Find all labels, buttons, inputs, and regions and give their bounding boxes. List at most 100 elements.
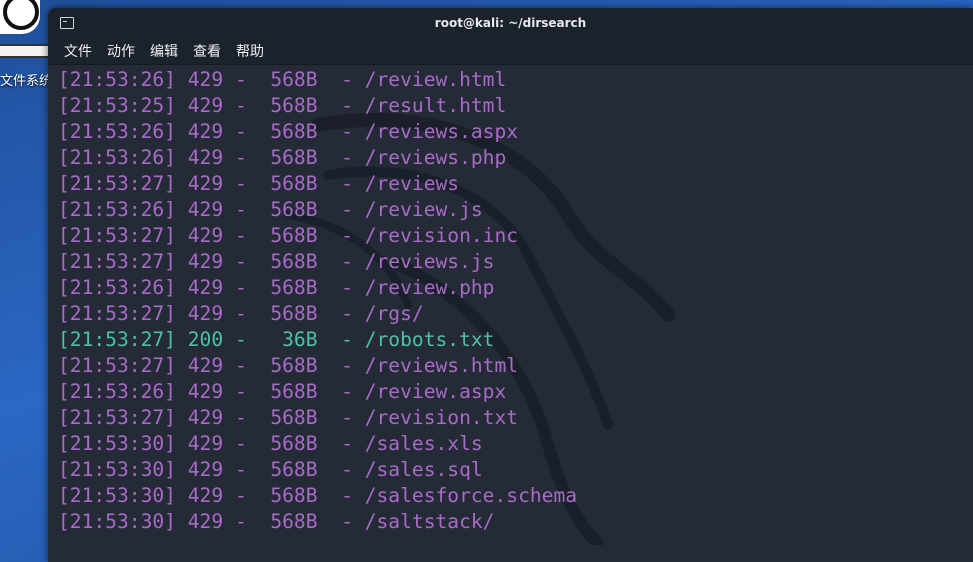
line-size: 568B bbox=[258, 458, 318, 481]
line-status: 429 bbox=[187, 432, 224, 455]
line-size: 568B bbox=[258, 68, 318, 91]
line-status: 429 bbox=[187, 354, 224, 377]
terminal-output[interactable]: [21:53:26] 429 - 568B - /review.html [21:… bbox=[48, 65, 973, 562]
line-timestamp: [21:53:26] bbox=[58, 68, 176, 91]
window-title: root@kali: ~/dirsearch bbox=[434, 16, 587, 30]
line-path: /saltstack/ bbox=[364, 510, 495, 533]
line-path: /result.html bbox=[364, 94, 507, 117]
line-path: /reviews.php bbox=[364, 146, 507, 169]
output-line: [21:53:26] 429 - 568B - /reviews.aspx bbox=[58, 120, 519, 143]
output-line: [21:53:30] 429 - 568B - /sales.xls bbox=[58, 432, 483, 455]
line-status: 429 bbox=[187, 198, 224, 221]
line-path: /reviews.js bbox=[364, 250, 495, 273]
line-status: 429 bbox=[187, 484, 224, 507]
line-timestamp: [21:53:27] bbox=[58, 328, 176, 351]
line-timestamp: [21:53:30] bbox=[58, 484, 176, 507]
line-status: 429 bbox=[187, 146, 224, 169]
line-status: 429 bbox=[187, 68, 224, 91]
line-path: /reviews bbox=[364, 172, 460, 195]
menu-help[interactable]: 帮助 bbox=[236, 41, 264, 61]
line-path: /reviews.html bbox=[364, 354, 519, 377]
line-timestamp: [21:53:30] bbox=[58, 458, 176, 481]
line-timestamp: [21:53:30] bbox=[58, 510, 176, 533]
line-size: 568B bbox=[258, 510, 318, 533]
line-timestamp: [21:53:27] bbox=[58, 302, 176, 325]
line-timestamp: [21:53:27] bbox=[58, 172, 176, 195]
line-timestamp: [21:53:26] bbox=[58, 276, 176, 299]
output-line: [21:53:27] 429 - 568B - /reviews.html bbox=[58, 354, 519, 377]
menu-edit[interactable]: 编辑 bbox=[150, 41, 178, 61]
line-path: /salesforce.schema bbox=[364, 484, 578, 507]
line-size: 568B bbox=[258, 380, 318, 403]
line-status: 429 bbox=[187, 120, 224, 143]
menu-view[interactable]: 查看 bbox=[193, 41, 221, 61]
line-size: 568B bbox=[258, 406, 318, 429]
line-size: 568B bbox=[258, 224, 318, 247]
line-size: 568B bbox=[258, 94, 318, 117]
output-line: [21:53:27] 429 - 568B - /revision.txt bbox=[58, 406, 519, 429]
line-timestamp: [21:53:27] bbox=[58, 406, 176, 429]
line-path: /sales.sql bbox=[364, 458, 483, 481]
title-bar[interactable]: root@kali: ~/dirsearch bbox=[48, 8, 973, 38]
menu-bar: 文件 动作 编辑 查看 帮助 bbox=[48, 38, 973, 65]
output-line: [21:53:30] 429 - 568B - /sales.sql bbox=[58, 458, 483, 481]
line-timestamp: [21:53:30] bbox=[58, 432, 176, 455]
output-line: [21:53:27] 429 - 568B - /revision.inc bbox=[58, 224, 519, 247]
line-size: 568B bbox=[258, 146, 318, 169]
output-line: [21:53:27] 429 - 568B - /reviews.js bbox=[58, 250, 495, 273]
terminal-icon[interactable] bbox=[60, 17, 74, 29]
line-path: /robots.txt bbox=[364, 328, 495, 351]
line-size: 36B bbox=[258, 328, 318, 351]
menu-actions[interactable]: 动作 bbox=[107, 41, 135, 61]
line-status: 429 bbox=[187, 380, 224, 403]
line-size: 568B bbox=[258, 276, 318, 299]
line-status: 429 bbox=[187, 224, 224, 247]
terminal-window[interactable]: root@kali: ~/dirsearch 文件 动作 编辑 查看 帮助 [2… bbox=[48, 8, 973, 562]
output-line: [21:53:26] 429 - 568B - /review.html bbox=[58, 68, 507, 91]
line-timestamp: [21:53:26] bbox=[58, 198, 176, 221]
line-path: /sales.xls bbox=[364, 432, 483, 455]
output-line: [21:53:27] 429 - 568B - /rgs/ bbox=[58, 302, 424, 325]
line-size: 568B bbox=[258, 172, 318, 195]
output-lines: [21:53:26] 429 - 568B - /review.html [21:… bbox=[48, 67, 973, 535]
line-path: /review.aspx bbox=[364, 380, 507, 403]
line-size: 568B bbox=[258, 354, 318, 377]
line-status: 429 bbox=[187, 302, 224, 325]
line-status: 200 bbox=[187, 328, 224, 351]
line-path: /reviews.aspx bbox=[364, 120, 519, 143]
line-timestamp: [21:53:26] bbox=[58, 120, 176, 143]
line-path: /review.html bbox=[364, 68, 507, 91]
output-line: [21:53:26] 429 - 568B - /review.php bbox=[58, 276, 495, 299]
line-status: 429 bbox=[187, 406, 224, 429]
output-line: [21:53:30] 429 - 568B - /saltstack/ bbox=[58, 510, 495, 533]
line-path: /rgs/ bbox=[364, 302, 424, 325]
line-path: /review.php bbox=[364, 276, 495, 299]
output-line: [21:53:25] 429 - 568B - /result.html bbox=[58, 94, 507, 117]
menu-file[interactable]: 文件 bbox=[64, 41, 92, 61]
line-path: /revision.inc bbox=[364, 224, 519, 247]
output-line: [21:53:26] 429 - 568B - /reviews.php bbox=[58, 146, 507, 169]
desktop-icon-bar bbox=[0, 44, 48, 58]
line-status: 429 bbox=[187, 458, 224, 481]
line-timestamp: [21:53:27] bbox=[58, 224, 176, 247]
line-size: 568B bbox=[258, 484, 318, 507]
line-path: /review.js bbox=[364, 198, 483, 221]
output-line: [21:53:26] 429 - 568B - /review.aspx bbox=[58, 380, 507, 403]
line-size: 568B bbox=[258, 432, 318, 455]
line-timestamp: [21:53:25] bbox=[58, 94, 176, 117]
output-line: [21:53:30] 429 - 568B - /salesforce.sche… bbox=[58, 484, 578, 507]
line-status: 429 bbox=[187, 250, 224, 273]
desktop-label-filesystem[interactable]: 文件系统 bbox=[0, 70, 48, 89]
desktop-icon-image[interactable] bbox=[0, 0, 40, 34]
output-line: [21:53:27] 200 - 36B - /robots.txt bbox=[58, 328, 495, 351]
line-timestamp: [21:53:27] bbox=[58, 250, 176, 273]
line-path: /revision.txt bbox=[364, 406, 519, 429]
line-size: 568B bbox=[258, 198, 318, 221]
line-size: 568B bbox=[258, 120, 318, 143]
line-timestamp: [21:53:27] bbox=[58, 354, 176, 377]
line-status: 429 bbox=[187, 172, 224, 195]
line-status: 429 bbox=[187, 276, 224, 299]
output-line: [21:53:26] 429 - 568B - /review.js bbox=[58, 198, 483, 221]
line-size: 568B bbox=[258, 250, 318, 273]
line-timestamp: [21:53:26] bbox=[58, 146, 176, 169]
